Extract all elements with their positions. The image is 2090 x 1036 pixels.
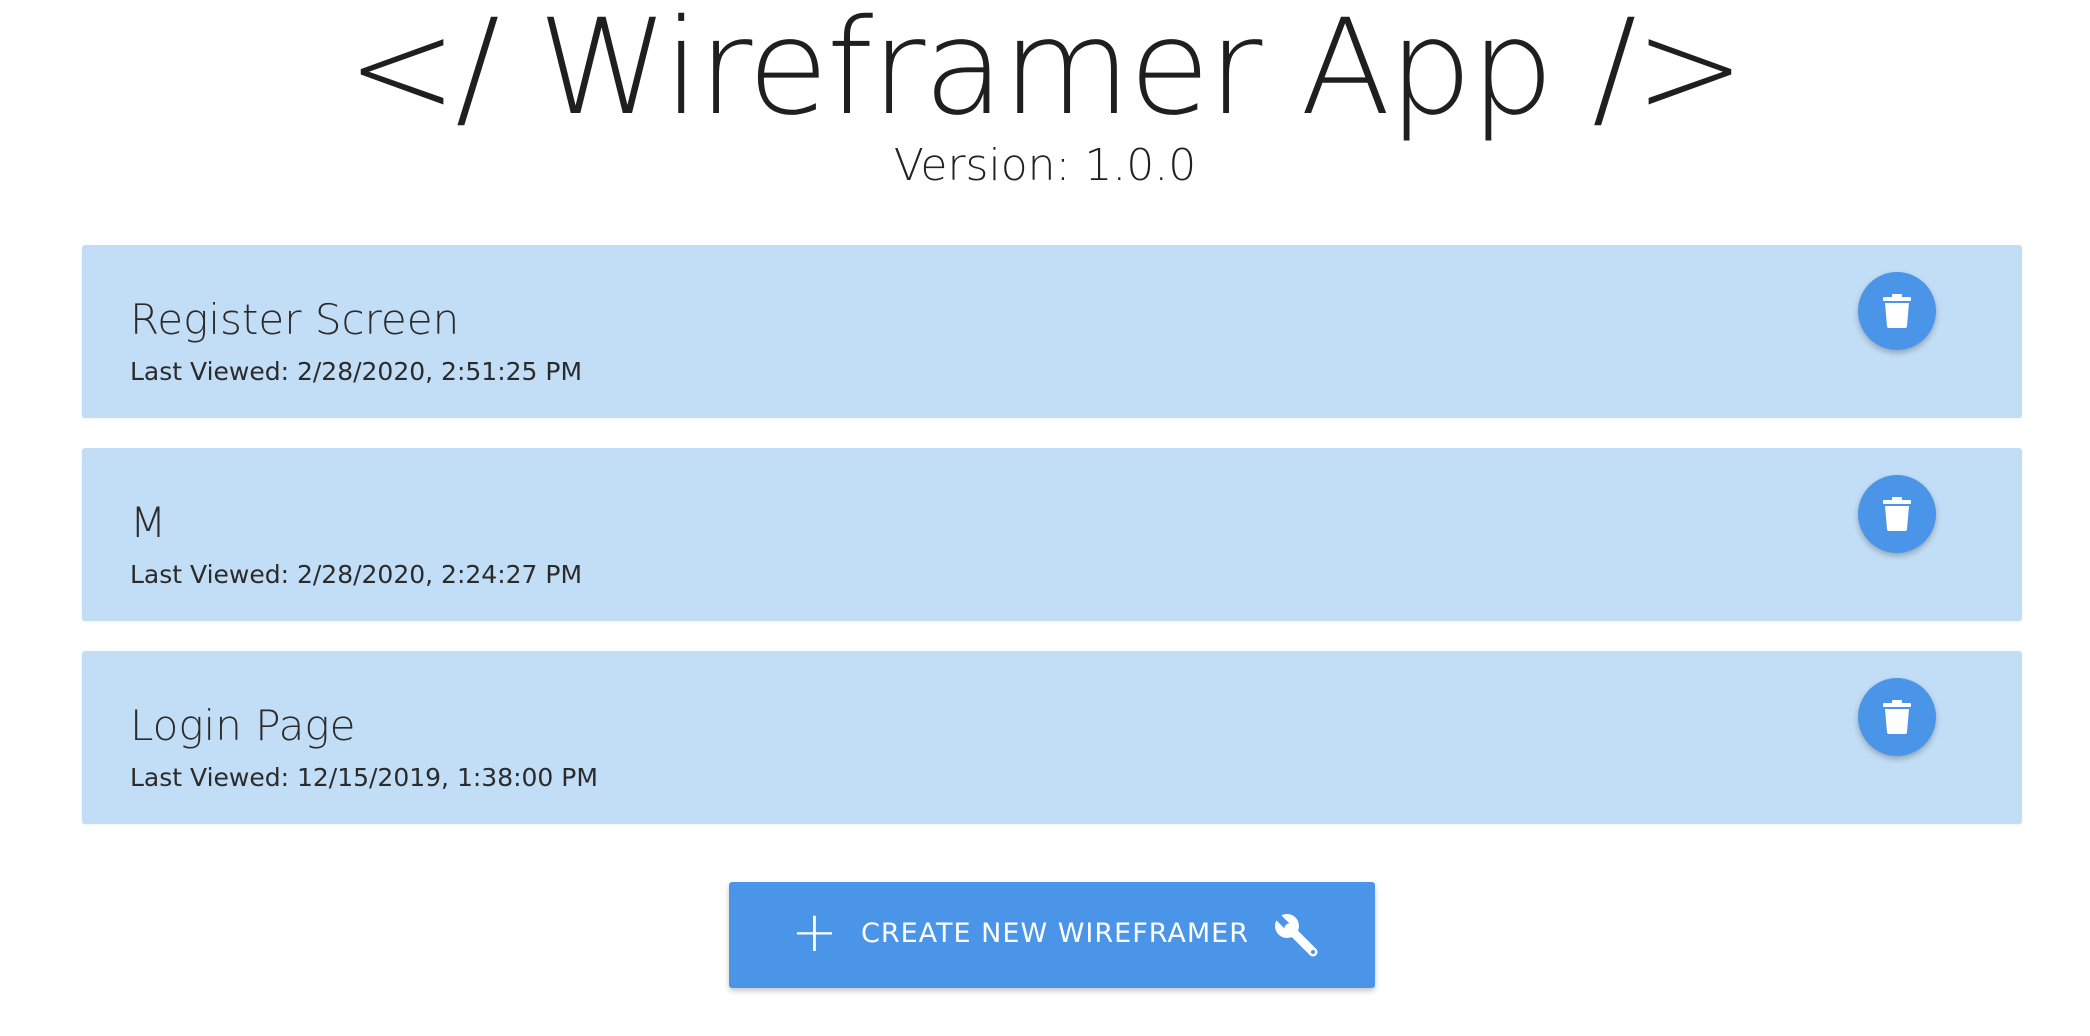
plus-icon: + <box>791 900 838 965</box>
last-viewed-label: Last Viewed: 2/28/2020, 2:24:27 PM <box>130 560 583 589</box>
version-label: Version: 1.0.0 <box>893 140 1197 191</box>
trash-icon <box>1883 497 1911 531</box>
delete-button[interactable] <box>1858 272 1936 350</box>
wireframer-name[interactable]: Login Page <box>130 701 355 750</box>
home-screen: </ Wireframer App /> Version: 1.0.0 Regi… <box>0 0 2090 1036</box>
wrench-icon <box>1273 912 1321 960</box>
wireframer-name[interactable]: Register Screen <box>130 295 459 344</box>
wireframer-card[interactable]: M Last Viewed: 2/28/2020, 2:24:27 PM <box>82 448 2022 621</box>
last-viewed-label: Last Viewed: 2/28/2020, 2:51:25 PM <box>130 357 583 386</box>
wireframer-list: Register Screen Last Viewed: 2/28/2020, … <box>82 245 2022 854</box>
delete-button[interactable] <box>1858 475 1936 553</box>
trash-icon <box>1883 294 1911 328</box>
wireframer-card[interactable]: Register Screen Last Viewed: 2/28/2020, … <box>82 245 2022 418</box>
wireframer-name[interactable]: M <box>130 498 166 547</box>
trash-icon <box>1883 700 1911 734</box>
create-button-label: CREATE NEW WIREFRAMER <box>861 918 1249 949</box>
delete-button[interactable] <box>1858 678 1936 756</box>
app-title: </ Wireframer App /> <box>346 0 1745 145</box>
wireframer-card[interactable]: Login Page Last Viewed: 12/15/2019, 1:38… <box>82 651 2022 824</box>
last-viewed-label: Last Viewed: 12/15/2019, 1:38:00 PM <box>130 763 598 792</box>
create-new-wireframer-button[interactable]: + CREATE NEW WIREFRAMER <box>729 882 1375 988</box>
